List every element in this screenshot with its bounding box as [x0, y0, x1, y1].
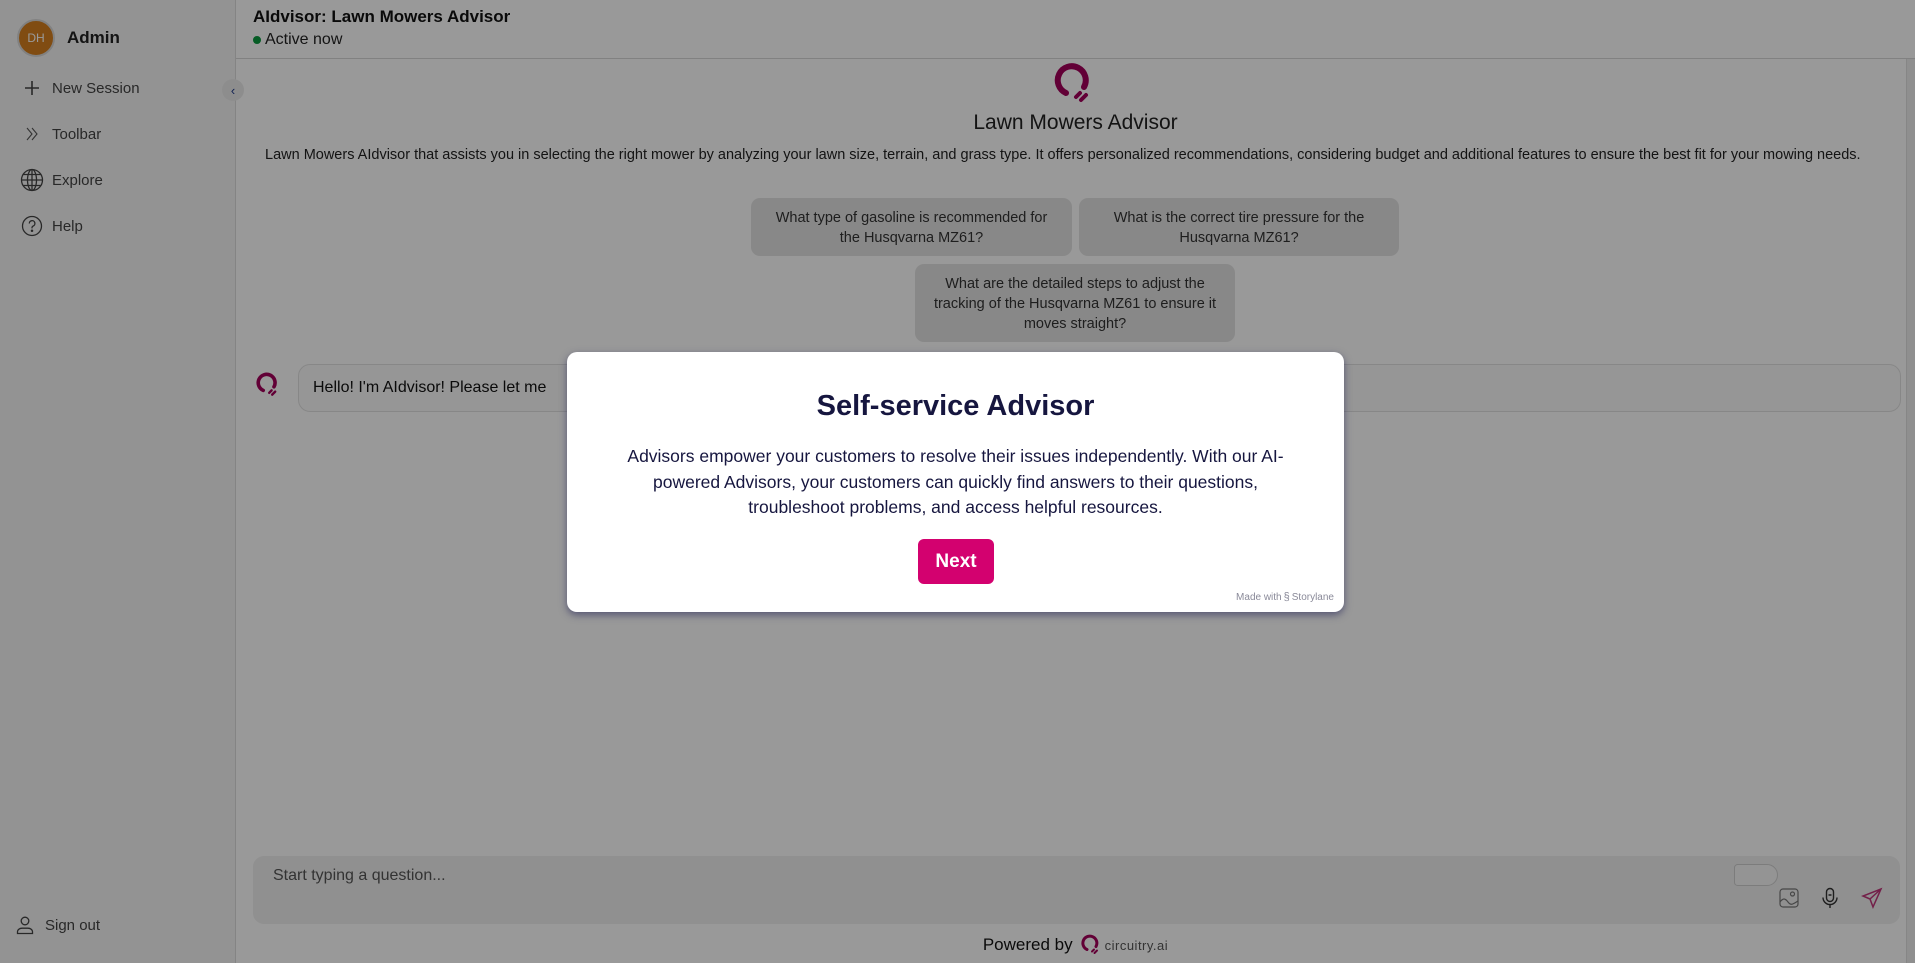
- modal-body: Advisors empower your customers to resol…: [627, 446, 1284, 517]
- modal-title: Self-service Advisor: [816, 390, 1095, 422]
- made-with-label: Made with: [1236, 591, 1282, 603]
- next-button[interactable]: Next: [918, 539, 994, 584]
- storylane-brand: Storylane: [1291, 591, 1334, 603]
- storylane-icon: §: [1283, 591, 1290, 603]
- tour-modal: Self-service Advisor Advisors empower yo…: [567, 352, 1344, 612]
- made-with-storylane[interactable]: Made with § Storylane: [1236, 591, 1334, 603]
